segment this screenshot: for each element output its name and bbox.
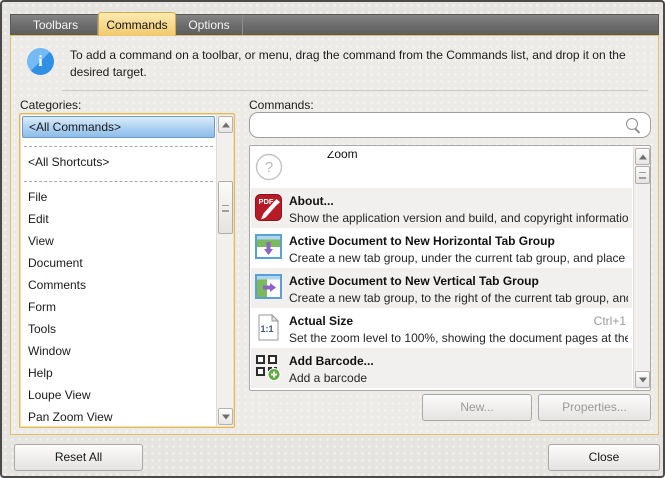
scroll-down-button[interactable]: [635, 371, 650, 388]
info-text: To add a command on a toolbar, or menu, …: [70, 47, 650, 81]
category-separator: [24, 173, 213, 182]
commands-scrollbar[interactable]: [633, 147, 650, 389]
commands-label: Commands:: [249, 98, 314, 112]
command-search-input[interactable]: [260, 115, 620, 135]
vertical-tab-group-icon: [255, 274, 283, 302]
command-shortcut: Ctrl+1: [594, 312, 626, 330]
reset-all-button[interactable]: Reset All: [14, 444, 143, 471]
category-item[interactable]: Tools: [22, 318, 215, 340]
command-item[interactable]: Add Barcode... Add a barcode: [251, 348, 632, 388]
scroll-thumb[interactable]: [218, 181, 233, 234]
tab-bar: ToolbarsCommandsOptions: [10, 14, 659, 35]
command-title: Zoom: [327, 151, 358, 163]
category-item[interactable]: Form: [22, 296, 215, 318]
command-item[interactable]: 1:1 Actual Size Ctrl+1Set the zoom level t…: [251, 308, 632, 348]
search-icon[interactable]: [626, 118, 641, 133]
category-item[interactable]: View: [22, 230, 215, 252]
command-item[interactable]: Active Document to New Vertical Tab Grou…: [251, 268, 632, 308]
command-title: Add Barcode...: [289, 354, 374, 368]
command-description: Set the zoom level to 100%, showing the …: [289, 330, 628, 348]
category-item[interactable]: Pan Zoom View: [22, 406, 215, 425]
command-item[interactable]: ? Zoom: [251, 147, 632, 188]
actual-size-icon: 1:1: [255, 314, 283, 342]
new-button[interactable]: New...: [422, 394, 532, 421]
question-circle-icon: ?: [255, 153, 283, 181]
command-item[interactable]: PDF About... Show the application version …: [251, 188, 632, 228]
category-item[interactable]: Document: [22, 252, 215, 274]
categories-list: <All Commands> <All Shortcuts> FileEditVie…: [19, 113, 235, 428]
customize-toolbars-dialog: ToolbarsCommandsOptions i To add a comma…: [0, 0, 665, 478]
scroll-down-button[interactable]: [218, 408, 233, 425]
category-item[interactable]: <All Shortcuts>: [22, 151, 215, 173]
command-item[interactable]: Active Document to New Horizontal Tab Gr…: [251, 228, 632, 268]
scroll-thumb[interactable]: [635, 166, 650, 184]
scroll-up-button[interactable]: [635, 148, 650, 165]
category-item[interactable]: <All Commands>: [22, 116, 215, 138]
tab-toolbars[interactable]: Toolbars: [14, 15, 98, 36]
command-title: Active Document to New Horizontal Tab Gr…: [289, 234, 555, 248]
category-item[interactable]: Edit: [22, 208, 215, 230]
command-search-box: [249, 112, 651, 138]
category-item[interactable]: Loupe View: [22, 384, 215, 406]
category-separator: [24, 138, 213, 147]
category-item[interactable]: Comments: [22, 274, 215, 296]
command-description: Create a new tab group, under the curren…: [289, 250, 628, 268]
svg-text:1:1: 1:1: [260, 324, 273, 334]
categories-label: Categories:: [20, 98, 81, 112]
command-title: About...: [289, 194, 334, 208]
pdf-logo-icon: PDF: [255, 194, 283, 222]
category-item[interactable]: Help: [22, 362, 215, 384]
command-description: Show the application version and build, …: [289, 210, 628, 228]
scroll-up-button[interactable]: [218, 116, 233, 133]
properties-button[interactable]: Properties...: [538, 394, 651, 421]
command-title: Active Document to New Vertical Tab Grou…: [289, 274, 539, 288]
category-item[interactable]: Window: [22, 340, 215, 362]
tab-commands[interactable]: Commands: [98, 12, 176, 36]
command-description: Add a barcode: [289, 370, 628, 388]
info-separator: [62, 90, 648, 91]
close-button[interactable]: Close: [548, 444, 660, 471]
tab-options[interactable]: Options: [176, 15, 243, 36]
barcode-add-icon: [255, 354, 283, 382]
info-icon: i: [27, 48, 54, 75]
commands-list: ? Zoom PDF About... Show the application ver…: [249, 145, 651, 391]
command-description: Create a new tab group, to the right of …: [289, 290, 628, 308]
command-title: Actual Size: [289, 314, 353, 328]
svg-text:?: ?: [265, 159, 273, 176]
category-item[interactable]: File: [22, 186, 215, 208]
categories-scrollbar[interactable]: [216, 115, 233, 426]
horizontal-tab-group-icon: [255, 234, 283, 262]
